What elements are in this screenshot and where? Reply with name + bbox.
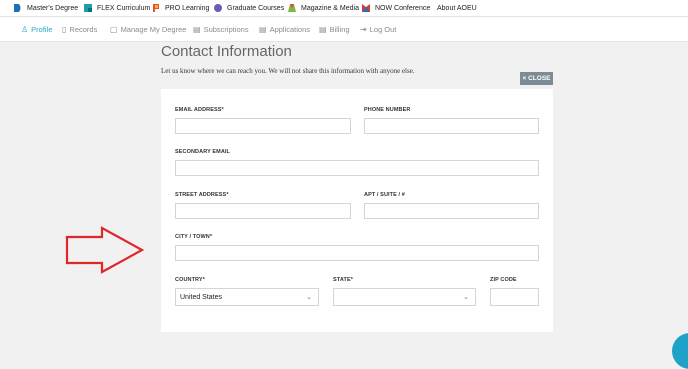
nav-item-applications[interactable]: ▤ Applications [259, 17, 310, 41]
email-label: EMAIL ADDRESS* [175, 107, 224, 113]
chevron-down-icon: ⌄ [306, 293, 312, 301]
nav-item-manage-my-degree[interactable]: ▢ Manage My Degree [110, 17, 186, 41]
contact-form-card: EMAIL ADDRESS* PHONE NUMBER SECONDARY EM… [161, 89, 553, 332]
manage-degree-icon: ▢ [110, 24, 118, 34]
street-address-label: STREET ADDRESS* [175, 192, 229, 198]
topbar-label: Magazine & Media [301, 4, 359, 12]
country-label: COUNTRY* [175, 277, 205, 283]
email-field[interactable] [175, 118, 351, 134]
topbar-item-graduate-courses[interactable]: Graduate Courses [213, 0, 284, 16]
country-value: United States [180, 293, 223, 301]
nav-item-subscriptions[interactable]: ▤ Subscriptions [193, 17, 249, 41]
apt-suite-label: APT / SUITE / # [364, 192, 405, 198]
nav-label: Records [69, 24, 98, 34]
now-conference-icon [361, 3, 371, 13]
topbar-item-masters-degree[interactable]: Master's Degree [13, 0, 78, 16]
records-icon: ▯ [62, 24, 67, 34]
street-address-field[interactable] [175, 203, 351, 219]
profile-icon: ♙ [21, 24, 29, 34]
topbar-item-now-conference[interactable]: NOW Conference [361, 0, 430, 16]
account-nav: ♙ Profile ▯ Records ▢ Manage My Degree ▤… [0, 17, 688, 42]
phone-field[interactable] [364, 118, 539, 134]
page-subtitle: Let us know where we can reach you. We w… [161, 67, 415, 75]
top-brand-bar: Master's Degree FLEX Curriculum PRO Lear… [0, 0, 688, 17]
nav-item-log-out[interactable]: ⇥ Log Out [360, 17, 396, 41]
topbar-label: NOW Conference [375, 4, 431, 12]
page-title: Contact Information [161, 43, 292, 60]
magazine-media-icon [287, 3, 297, 13]
close-button[interactable]: × CLOSE [520, 72, 553, 85]
phone-label: PHONE NUMBER [364, 107, 411, 113]
country-select[interactable]: United States ⌄ [175, 288, 319, 306]
state-select[interactable]: ⌄ [333, 288, 476, 306]
nav-item-records[interactable]: ▯ Records [62, 17, 97, 41]
nav-item-profile[interactable]: ♙ Profile [21, 17, 52, 41]
topbar-label: Graduate Courses [227, 4, 285, 12]
chevron-down-icon: ⌄ [463, 293, 469, 301]
masters-degree-icon [13, 3, 23, 13]
pro-learning-icon [151, 3, 161, 13]
nav-label: Log Out [369, 24, 397, 34]
graduate-courses-icon [213, 3, 223, 13]
topbar-label: About AOEU [437, 4, 477, 12]
log-out-icon: ⇥ [360, 24, 367, 34]
subscriptions-icon: ▤ [193, 24, 201, 34]
city-town-label: CITY / TOWN* [175, 234, 213, 240]
state-label: STATE* [333, 277, 353, 283]
topbar-label: FLEX Curriculum [97, 4, 151, 12]
topbar-item-about-aoeu[interactable]: About AOEU [437, 0, 477, 16]
zip-code-field[interactable] [490, 288, 539, 306]
nav-label: Manage My Degree [120, 24, 187, 34]
secondary-email-label: SECONDARY EMAIL [175, 149, 230, 155]
nav-label: Subscriptions [203, 24, 249, 34]
topbar-label: Master's Degree [27, 4, 79, 12]
zip-code-label: ZIP CODE [490, 277, 517, 283]
topbar-item-flex-curriculum[interactable]: FLEX Curriculum [83, 0, 150, 16]
nav-label: Profile [31, 24, 53, 34]
applications-icon: ▤ [259, 24, 267, 34]
secondary-email-field[interactable] [175, 160, 539, 176]
nav-item-billing[interactable]: ▤ Billing [319, 17, 350, 41]
nav-label: Applications [269, 24, 311, 34]
topbar-item-pro-learning[interactable]: PRO Learning [151, 0, 209, 16]
red-arrow-icon [65, 226, 145, 274]
billing-icon: ▤ [319, 24, 327, 34]
nav-label: Billing [329, 24, 350, 34]
chat-fab-button[interactable] [672, 333, 688, 369]
topbar-item-magazine-media[interactable]: Magazine & Media [287, 0, 359, 16]
topbar-label: PRO Learning [165, 4, 210, 12]
apt-suite-field[interactable] [364, 203, 539, 219]
flex-curriculum-icon [83, 3, 93, 13]
city-town-field[interactable] [175, 245, 539, 261]
